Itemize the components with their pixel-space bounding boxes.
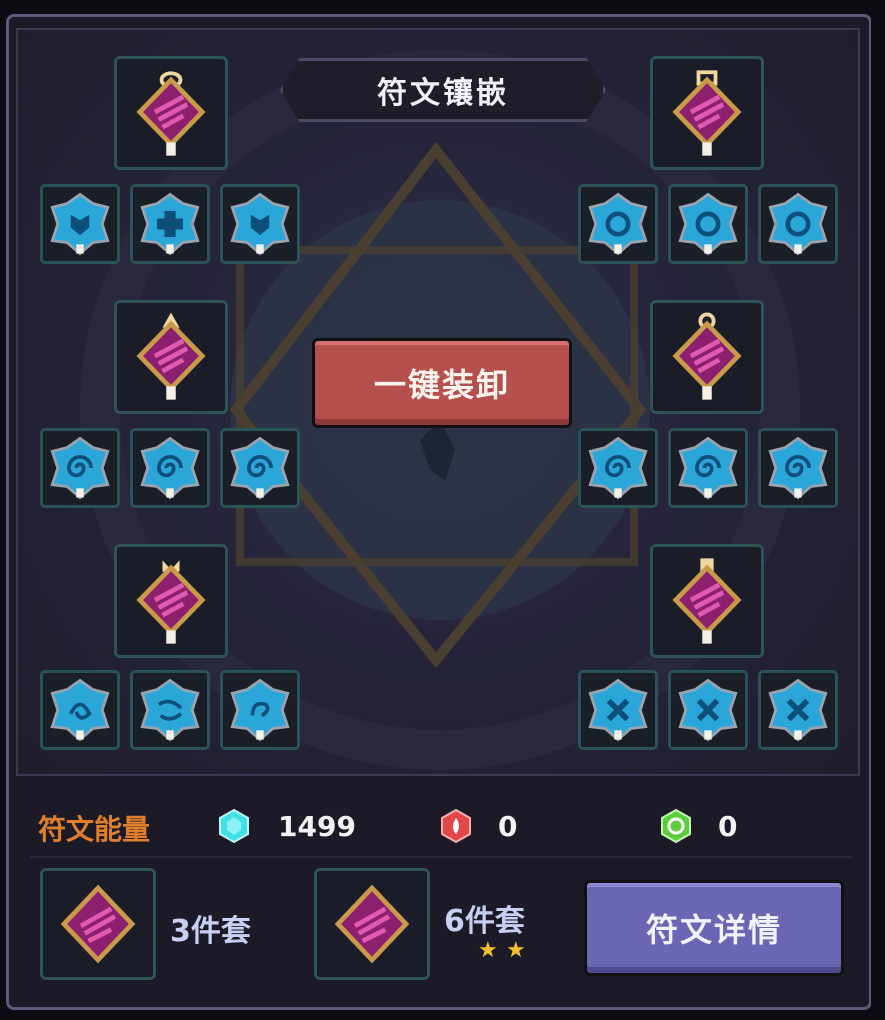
blue-swirl-rune-icon xyxy=(140,678,200,742)
set-6-rune-slot[interactable] xyxy=(314,868,430,980)
edge-shadow xyxy=(871,0,885,1020)
set-6-label: 6件套 xyxy=(444,904,525,939)
sub-rune-slot[interactable] xyxy=(578,184,658,264)
blue-shield-rune-icon xyxy=(50,192,110,256)
sub-rune-slot[interactable] xyxy=(758,184,838,264)
rune-energy-label: 符文能量 xyxy=(38,813,151,846)
magenta-rune-icon xyxy=(672,312,742,400)
sub-rune-slot[interactable] xyxy=(130,428,210,508)
main-rune-slot-middle-right[interactable] xyxy=(650,300,764,414)
sub-rune-slot[interactable] xyxy=(758,428,838,508)
blue-circle-rune-icon xyxy=(678,192,738,256)
blue-swirl-rune-icon xyxy=(678,436,738,500)
green-energy-value: 0 xyxy=(718,810,738,843)
magenta-rune-icon xyxy=(136,560,206,644)
blue-swirl-rune-icon xyxy=(768,436,828,500)
magenta-rune-icon xyxy=(334,884,410,964)
sub-rune-slot[interactable] xyxy=(40,670,120,750)
blue-swirl-rune-icon xyxy=(50,436,110,500)
main-rune-slot-middle-left[interactable] xyxy=(114,300,228,414)
blue-swirl-rune-icon xyxy=(230,436,290,500)
sub-rune-slot[interactable] xyxy=(668,428,748,508)
blue-cross-rune-icon xyxy=(140,192,200,256)
main-rune-slot-bottom-right[interactable] xyxy=(650,544,764,658)
sub-rune-slot[interactable] xyxy=(130,670,210,750)
sub-rune-slot[interactable] xyxy=(578,428,658,508)
main-rune-slot-bottom-left[interactable] xyxy=(114,544,228,658)
star-icon: ★ xyxy=(478,938,498,963)
red-fire-gem-icon xyxy=(441,808,471,844)
main-rune-slot-top-left[interactable] xyxy=(114,56,228,170)
sub-rune-slot[interactable] xyxy=(578,670,658,750)
rune-details-label: 符文详情 xyxy=(645,911,782,949)
blue-swirl-rune-icon xyxy=(588,436,648,500)
sub-rune-slot[interactable] xyxy=(668,184,748,264)
sub-rune-slot[interactable] xyxy=(668,670,748,750)
sub-rune-slot[interactable] xyxy=(220,428,300,508)
cyan-gem-icon xyxy=(219,808,249,844)
cyan-energy-value: 1499 xyxy=(278,810,356,843)
unequip-all-button[interactable]: 一键装卸 xyxy=(312,338,572,428)
blue-circle-rune-icon xyxy=(588,192,648,256)
blue-circle-rune-icon xyxy=(768,192,828,256)
blue-swirl-rune-icon xyxy=(140,436,200,500)
blue-swirl-rune-icon xyxy=(230,678,290,742)
sub-rune-slot[interactable] xyxy=(40,428,120,508)
magenta-rune-icon xyxy=(136,312,206,400)
sub-rune-slot[interactable] xyxy=(130,184,210,264)
blue-x-rune-icon xyxy=(678,678,738,742)
set-3-rune-slot[interactable] xyxy=(40,868,156,980)
sub-rune-slot[interactable] xyxy=(40,184,120,264)
blue-shield-rune-icon xyxy=(230,192,290,256)
rune-energy-bar: 符文能量 1499 0 0 xyxy=(26,790,856,860)
divider xyxy=(30,856,852,858)
magenta-rune-icon xyxy=(136,71,206,156)
blue-x-rune-icon xyxy=(588,678,648,742)
main-rune-slot-top-right[interactable] xyxy=(650,56,764,170)
red-energy-value: 0 xyxy=(498,810,518,843)
magenta-rune-icon xyxy=(60,884,136,964)
star-icon: ★ xyxy=(506,938,526,963)
title-banner: 符文镶嵌 xyxy=(280,58,606,122)
unequip-all-label: 一键装卸 xyxy=(373,366,510,404)
magenta-rune-icon xyxy=(672,558,742,644)
blue-swirl-rune-icon xyxy=(50,678,110,742)
green-gem-icon xyxy=(661,808,691,844)
sub-rune-slot[interactable] xyxy=(758,670,838,750)
page-title: 符文镶嵌 xyxy=(377,76,509,111)
sub-rune-slot[interactable] xyxy=(220,184,300,264)
blue-x-rune-icon xyxy=(768,678,828,742)
sub-rune-slot[interactable] xyxy=(220,670,300,750)
magenta-rune-icon xyxy=(672,70,742,156)
rune-details-button[interactable]: 符文详情 xyxy=(584,880,844,976)
set-3-label: 3件套 xyxy=(170,914,251,949)
